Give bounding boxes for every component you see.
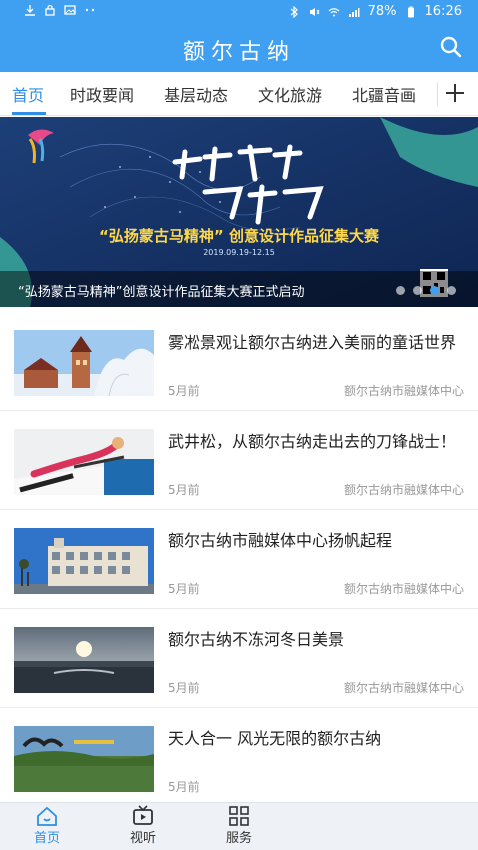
news-title: 额尔古纳不冻河冬日美景	[168, 630, 345, 649]
signal-icon	[348, 7, 360, 17]
nav-av[interactable]: 视听	[118, 803, 168, 850]
nav-av-label: 视听	[129, 831, 156, 846]
status-left-icons	[24, 4, 96, 16]
banner-carousel[interactable]: “弘扬蒙古马精神” 创意设计作品征集大赛 2019.09.19-12.15 “弘…	[0, 117, 478, 307]
news-time: 5月前	[168, 582, 200, 596]
news-source: 额尔古纳市融媒体中心	[343, 384, 464, 398]
nav-services-label: 服务	[225, 831, 252, 846]
news-source: 额尔古纳市融媒体中心	[343, 582, 464, 596]
category-tabs: 首页 时政要闻 基层动态 文化旅游 北疆音画	[0, 72, 478, 116]
active-tab-indicator	[12, 112, 46, 115]
tab-north-frontier[interactable]: 北疆音画	[352, 82, 416, 106]
news-thumbnail-snowboard	[14, 429, 154, 495]
news-time: 5月前	[168, 384, 200, 398]
status-right-icons: 78% 16:26	[288, 4, 462, 19]
nav-services[interactable]: 服务	[214, 803, 264, 850]
wifi-icon	[328, 7, 340, 16]
battery-percent: 78%	[367, 4, 397, 19]
news-time: 5月前	[168, 681, 200, 695]
bottom-nav: 首页 视听 服务	[0, 802, 478, 850]
bluetooth-icon	[290, 5, 298, 18]
more-dots-icon	[85, 8, 95, 12]
tab-home[interactable]: 首页	[12, 82, 44, 106]
carousel-dot[interactable]	[447, 286, 456, 295]
news-item[interactable]: 天人合一 风光无限的额尔古纳 5月前	[0, 709, 478, 807]
news-title: 额尔古纳市融媒体中心扬帆起程	[168, 531, 393, 550]
battery-icon	[407, 6, 414, 17]
banner-date: 2019.09.19-12.15	[203, 248, 275, 257]
news-title: 武井松，从额尔古纳走出去的刀锋战士！	[168, 432, 457, 451]
news-source: 额尔古纳市融媒体中心	[343, 483, 464, 497]
news-thumbnail-grassland	[14, 726, 154, 792]
carousel-dot[interactable]	[413, 286, 422, 295]
app-title: 额尔古纳	[182, 40, 295, 65]
news-thumbnail-building	[14, 528, 154, 594]
search-icon[interactable]	[438, 34, 464, 60]
tab-grassroots[interactable]: 基层动态	[164, 82, 228, 106]
home-icon	[37, 806, 57, 826]
carousel-dot-active[interactable]	[430, 286, 439, 295]
app-bar: 额尔古纳	[0, 24, 478, 72]
news-item[interactable]: 额尔古纳市融媒体中心扬帆起程 5月前 额尔古纳市融媒体中心	[0, 511, 478, 609]
news-time: 5月前	[168, 483, 200, 497]
nav-home-label: 首页	[33, 831, 60, 846]
news-thumbnail-river	[14, 627, 154, 693]
news-item[interactable]: 雾凇景观让额尔古纳进入美丽的童话世界 5月前 额尔古纳市融媒体中心	[0, 313, 478, 411]
news-item[interactable]: 额尔古纳不冻河冬日美景 5月前 额尔古纳市融媒体中心	[0, 610, 478, 708]
news-source: 额尔古纳市融媒体中心	[343, 681, 464, 695]
banner-headline: “弘扬蒙古马精神” 创意设计作品征集大赛	[99, 227, 379, 245]
clock: 16:26	[424, 4, 462, 19]
image-icon	[64, 5, 76, 15]
carousel-dots	[396, 286, 456, 295]
download-icon	[25, 5, 35, 16]
tab-politics-news[interactable]: 时政要闻	[70, 82, 134, 106]
plus-icon[interactable]	[442, 80, 468, 106]
floating-shortcut-icon[interactable]	[408, 742, 442, 776]
carousel-dot[interactable]	[396, 286, 405, 295]
news-time: 5月前	[168, 780, 200, 794]
status-bar: 78% 16:26	[0, 0, 478, 24]
grid-icon	[229, 806, 249, 826]
mute-icon	[309, 7, 320, 16]
news-title: 雾凇景观让额尔古纳进入美丽的童话世界	[168, 333, 457, 352]
news-thumbnail-rime	[14, 330, 154, 396]
tab-divider	[437, 82, 438, 106]
tv-icon	[133, 805, 153, 825]
lock-icon	[45, 4, 55, 16]
tab-culture-tourism[interactable]: 文化旅游	[258, 82, 322, 106]
nav-home[interactable]: 首页	[22, 803, 72, 850]
news-item[interactable]: 武井松，从额尔古纳走出去的刀锋战士！ 5月前 额尔古纳市融媒体中心	[0, 412, 478, 510]
